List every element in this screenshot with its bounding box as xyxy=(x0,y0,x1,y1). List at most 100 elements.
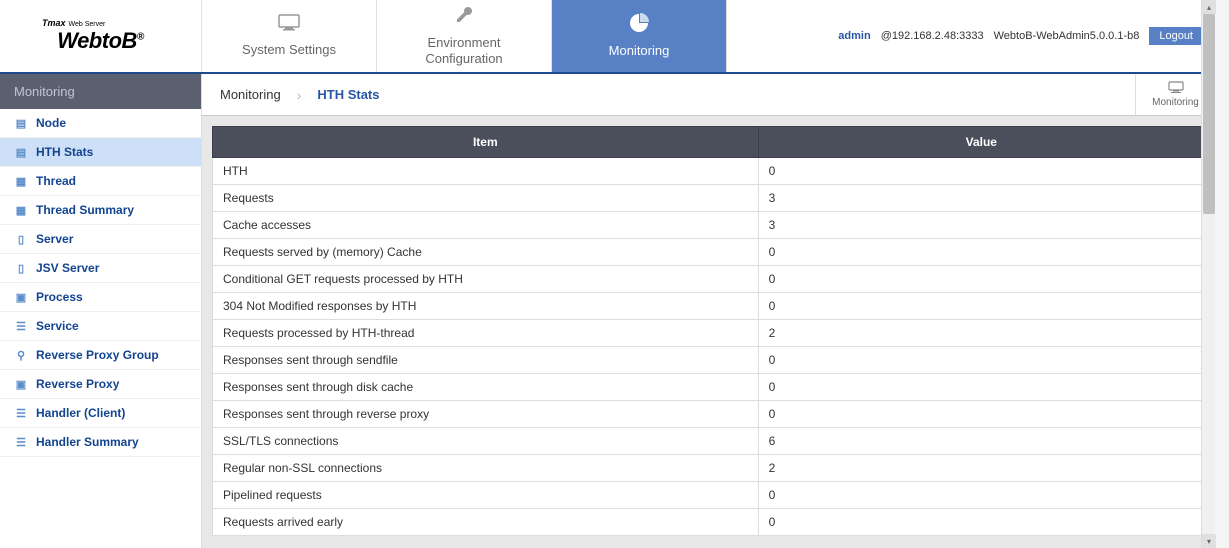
document-icon: ▯ xyxy=(14,261,28,275)
sidebar-item-process[interactable]: ▣ Process xyxy=(0,283,201,312)
cell-item: Responses sent through reverse proxy xyxy=(213,401,759,428)
sidebar-item-reverse-proxy[interactable]: ▣ Reverse Proxy xyxy=(0,370,201,399)
cell-item: Responses sent through sendfile xyxy=(213,347,759,374)
main: Monitoring › HTH Stats Monitoring Item xyxy=(202,74,1215,548)
sidebar-item-jsv-server[interactable]: ▯ JSV Server xyxy=(0,254,201,283)
sidebar-item-node[interactable]: ▤ Node xyxy=(0,109,201,138)
cell-value: 0 xyxy=(758,266,1204,293)
sidebar-list: ▤ Node ▤ HTH Stats ▦ Thread ▦ Thread Sum… xyxy=(0,109,201,457)
cell-value: 0 xyxy=(758,239,1204,266)
logo[interactable]: TmaxWeb Server WebtoB® xyxy=(0,0,202,72)
table-row: Responses sent through reverse proxy0 xyxy=(213,401,1205,428)
cell-value: 0 xyxy=(758,401,1204,428)
search-icon: ⚲ xyxy=(14,348,28,362)
sidebar-item-label: Service xyxy=(36,319,79,333)
cell-value: 3 xyxy=(758,185,1204,212)
nav-tabs: System Settings Environment Configuratio… xyxy=(202,0,727,72)
logo-main-text: WebtoB xyxy=(57,28,137,53)
page-scrollbar[interactable]: ▴ ▾ xyxy=(1201,0,1215,548)
logo-reg: ® xyxy=(137,32,144,43)
sidebar-item-label: Process xyxy=(36,290,83,304)
cell-value: 0 xyxy=(758,347,1204,374)
breadcrumb-right-label: Monitoring xyxy=(1152,97,1199,108)
scrollbar-thumb[interactable] xyxy=(1203,14,1215,214)
sidebar-item-hth-stats[interactable]: ▤ HTH Stats xyxy=(0,138,201,167)
table-row: Pipelined requests0 xyxy=(213,482,1205,509)
sidebar-item-label: Handler Summary xyxy=(36,435,139,449)
scroll-down-icon[interactable]: ▾ xyxy=(1202,534,1216,548)
list-icon: ☰ xyxy=(14,319,28,333)
logout-button[interactable]: Logout xyxy=(1149,27,1203,45)
cell-value: 0 xyxy=(758,293,1204,320)
cell-value: 2 xyxy=(758,455,1204,482)
document-icon: ▯ xyxy=(14,232,28,246)
sidebar-header: Monitoring xyxy=(0,74,201,109)
cell-item: Requests processed by HTH-thread xyxy=(213,320,759,347)
scroll-up-icon[interactable]: ▴ xyxy=(1202,0,1216,14)
tab-label: System Settings xyxy=(242,42,336,58)
tab-environment-configuration[interactable]: Environment Configuration xyxy=(377,0,552,72)
pie-chart-icon xyxy=(629,13,649,39)
table-row: Requests3 xyxy=(213,185,1205,212)
table-row: Responses sent through sendfile0 xyxy=(213,347,1205,374)
sidebar-item-label: Thread xyxy=(36,174,76,188)
breadcrumb-bar: Monitoring › HTH Stats Monitoring xyxy=(202,74,1215,116)
cell-value: 0 xyxy=(758,158,1204,185)
sidebar-item-service[interactable]: ☰ Service xyxy=(0,312,201,341)
header: TmaxWeb Server WebtoB® System Settings E… xyxy=(0,0,1215,74)
sidebar-item-label: Reverse Proxy xyxy=(36,377,119,391)
tab-system-settings[interactable]: System Settings xyxy=(202,0,377,72)
stack-icon: ▣ xyxy=(14,290,28,304)
cell-item: Responses sent through disk cache xyxy=(213,374,759,401)
sidebar-item-label: HTH Stats xyxy=(36,145,93,159)
cell-item: Cache accesses xyxy=(213,212,759,239)
breadcrumb: Monitoring › HTH Stats xyxy=(202,74,1135,115)
grid-icon: ▦ xyxy=(14,203,28,217)
table-header-item: Item xyxy=(213,127,759,158)
sidebar-item-thread[interactable]: ▦ Thread xyxy=(0,167,201,196)
sidebar-item-label: Node xyxy=(36,116,66,130)
tab-monitoring[interactable]: Monitoring xyxy=(552,0,727,72)
sidebar-item-handler-summary[interactable]: ☰ Handler Summary xyxy=(0,428,201,457)
list-icon: ☰ xyxy=(14,406,28,420)
sidebar-item-label: JSV Server xyxy=(36,261,99,275)
cell-item: HTH xyxy=(213,158,759,185)
cell-value: 0 xyxy=(758,482,1204,509)
table-header-value: Value xyxy=(758,127,1204,158)
sidebar-item-label: Server xyxy=(36,232,73,246)
table-row: Requests served by (memory) Cache0 xyxy=(213,239,1205,266)
sidebar-item-reverse-proxy-group[interactable]: ⚲ Reverse Proxy Group xyxy=(0,341,201,370)
cell-item: Requests served by (memory) Cache xyxy=(213,239,759,266)
logo-small: TmaxWeb Server xyxy=(42,18,105,28)
sidebar: Monitoring ▤ Node ▤ HTH Stats ▦ Thread ▦… xyxy=(0,74,202,548)
list-icon: ▤ xyxy=(14,145,28,159)
table-row: Conditional GET requests processed by HT… xyxy=(213,266,1205,293)
cell-item: Regular non-SSL connections xyxy=(213,455,759,482)
table-row: SSL/TLS connections6 xyxy=(213,428,1205,455)
breadcrumb-current: HTH Stats xyxy=(317,87,379,102)
sidebar-item-server[interactable]: ▯ Server xyxy=(0,225,201,254)
wrench-icon xyxy=(454,5,474,31)
version-label: WebtoB-WebAdmin5.0.0.1-b8 xyxy=(994,30,1140,42)
chevron-right-icon: › xyxy=(297,87,302,103)
cell-item: Requests arrived early xyxy=(213,509,759,536)
sidebar-item-handler-client[interactable]: ☰ Handler (Client) xyxy=(0,399,201,428)
cell-item: Pipelined requests xyxy=(213,482,759,509)
breadcrumb-root[interactable]: Monitoring xyxy=(220,87,281,102)
sidebar-item-thread-summary[interactable]: ▦ Thread Summary xyxy=(0,196,201,225)
cell-item: Requests xyxy=(213,185,759,212)
table-row: 304 Not Modified responses by HTH0 xyxy=(213,293,1205,320)
cell-value: 0 xyxy=(758,374,1204,401)
stack-icon: ▣ xyxy=(14,377,28,391)
list-icon: ☰ xyxy=(14,435,28,449)
content: Item Value HTH0Requests3Cache accesses3R… xyxy=(202,116,1215,548)
header-right: admin @192.168.2.48:3333 WebtoB-WebAdmin… xyxy=(727,0,1215,72)
cell-value: 6 xyxy=(758,428,1204,455)
table-row: Responses sent through disk cache0 xyxy=(213,374,1205,401)
list-icon: ▤ xyxy=(14,116,28,130)
user-label: admin xyxy=(838,30,870,42)
logo-main: WebtoB® xyxy=(57,28,144,54)
table-row: Cache accesses3 xyxy=(213,212,1205,239)
cell-item: SSL/TLS connections xyxy=(213,428,759,455)
tab-label: Monitoring xyxy=(609,43,670,59)
